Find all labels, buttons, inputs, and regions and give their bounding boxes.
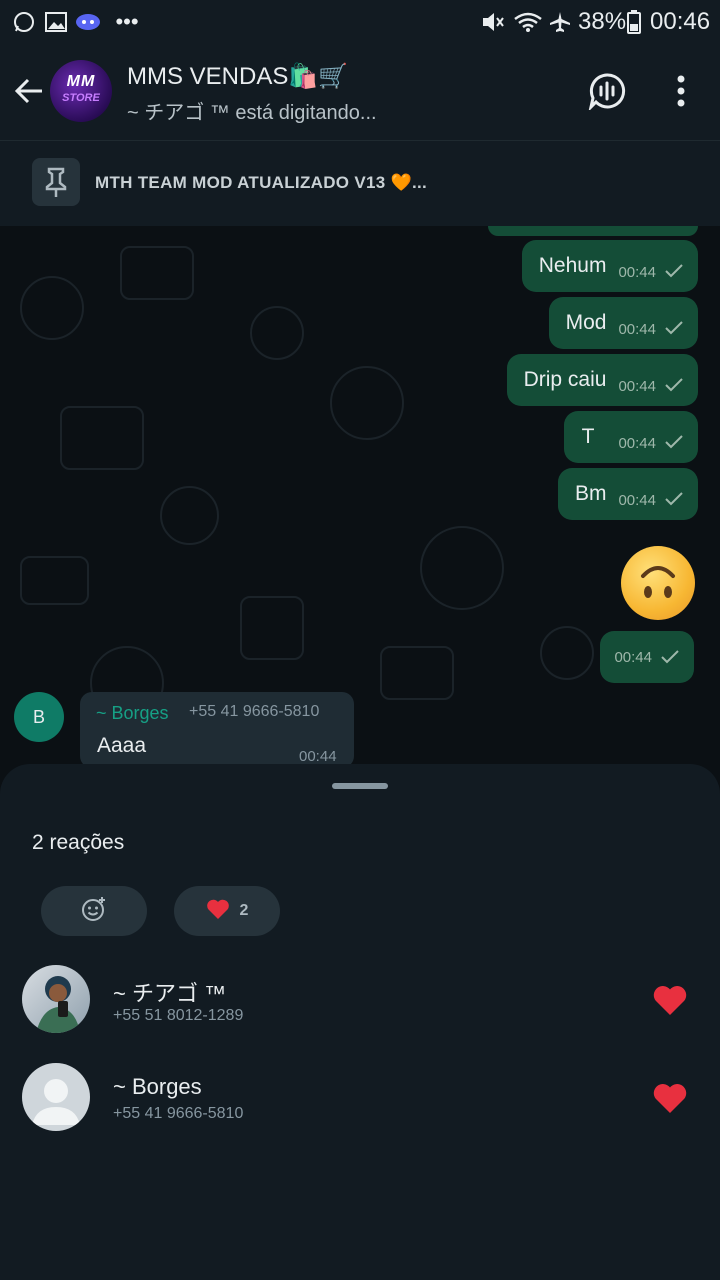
person-name: ~ Borges <box>113 1074 202 1099</box>
outgoing-message[interactable]: Mod 00:44 <box>548 297 698 349</box>
message-time: 00:44 <box>618 434 656 452</box>
outgoing-message[interactable]: T 00:44 <box>563 411 698 463</box>
message-text: Nehum <box>538 254 607 277</box>
clock: 00:46 <box>650 8 711 35</box>
wallpaper-doodle <box>540 626 594 680</box>
sender-phone: +55 41 9666-5810 <box>189 703 320 720</box>
more-notifications-icon: ••• <box>115 9 139 34</box>
default-avatar-icon[interactable] <box>22 1063 90 1131</box>
sent-check-icon <box>664 377 684 393</box>
add-reaction-icon <box>81 896 107 927</box>
message-text: Drip caiu <box>523 368 607 391</box>
voice-chat-icon[interactable] <box>588 72 626 115</box>
mute-icon <box>480 10 506 34</box>
sent-check-icon <box>664 320 684 336</box>
group-avatar[interactable]: MM STORE <box>50 60 112 122</box>
app-notification-icon <box>74 10 102 34</box>
wallpaper-doodle <box>20 276 84 340</box>
wallpaper-doodle <box>240 596 304 660</box>
heart-icon <box>206 898 230 925</box>
message-text: Aaaa <box>97 734 147 757</box>
wallpaper-doodle <box>250 306 304 360</box>
wifi-icon <box>512 10 544 34</box>
heart-icon[interactable] <box>652 1081 688 1117</box>
person-name: ~ チアゴ ™ <box>113 981 227 1006</box>
back-arrow-icon[interactable] <box>12 74 46 113</box>
reactions-title: 2 reações <box>32 831 125 854</box>
wallpaper-doodle <box>60 406 144 470</box>
avatar-logo-subtext: STORE <box>62 92 100 104</box>
sent-check-icon <box>660 649 680 665</box>
message-text: Bm <box>574 482 607 505</box>
message-time: 00:44 <box>618 320 656 338</box>
sender-name[interactable]: ~ Borges <box>96 703 169 724</box>
wallpaper-doodle <box>120 246 194 300</box>
wallpaper-doodle <box>330 366 404 440</box>
more-options-icon[interactable] <box>672 74 690 113</box>
chat-title[interactable]: MMS VENDAS🛍️🛒 <box>127 62 348 91</box>
typing-status: ~ チアゴ ™ está digitando... <box>127 102 377 124</box>
status-bar: ••• 38% 00:46 <box>0 0 720 44</box>
wallpaper-doodle <box>160 486 219 545</box>
incoming-message[interactable]: ~ Borges +55 41 9666-5810 Aaaa 00:44 <box>80 692 354 768</box>
sent-check-icon <box>664 434 684 450</box>
message-time: 00:44 <box>614 648 652 666</box>
wallpaper-doodle <box>380 646 454 700</box>
message-text: T <box>581 425 595 448</box>
sent-check-icon <box>664 491 684 507</box>
outgoing-message[interactable]: Nehum 00:44 <box>521 240 698 292</box>
sheet-drag-handle[interactable] <box>332 783 388 789</box>
avatar-logo-text: MM <box>66 73 96 90</box>
outgoing-message[interactable]: Bm 00:44 <box>557 468 698 520</box>
person-phone: +55 41 9666-5810 <box>113 1105 244 1122</box>
battery-icon <box>626 10 642 34</box>
battery-percentage: 38% <box>578 8 627 35</box>
sent-check-icon <box>664 263 684 279</box>
wallpaper-doodle <box>420 526 504 610</box>
whatsapp-icon <box>12 10 36 34</box>
sender-avatar[interactable]: B <box>14 692 64 742</box>
person-avatar-photo[interactable] <box>22 965 90 1033</box>
message-time: 00:44 <box>618 377 656 395</box>
heart-reaction-chip[interactable]: 2 <box>174 886 280 936</box>
message-text: Mod <box>565 311 607 334</box>
add-reaction-chip[interactable] <box>41 886 147 936</box>
message-time: 00:44 <box>299 748 337 765</box>
person-phone: +55 51 8012-1289 <box>113 1007 244 1024</box>
message-time: 00:44 <box>618 263 656 281</box>
outgoing-message[interactable]: 00:44 <box>600 631 694 683</box>
outgoing-message[interactable]: Drip caiu 00:44 <box>506 354 698 406</box>
wallpaper-doodle <box>20 556 89 605</box>
reaction-count: 2 <box>239 902 249 919</box>
message-bubble-partial[interactable] <box>488 226 698 236</box>
airplane-mode-icon <box>548 10 572 34</box>
message-time: 00:44 <box>618 491 656 509</box>
upside-down-face-emoji[interactable] <box>621 546 695 620</box>
pinned-message-text: MTH TEAM MOD ATUALIZADO V13 🧡... <box>95 173 428 192</box>
gallery-icon <box>44 10 68 34</box>
pin-icon <box>32 158 80 206</box>
heart-icon[interactable] <box>652 983 688 1019</box>
